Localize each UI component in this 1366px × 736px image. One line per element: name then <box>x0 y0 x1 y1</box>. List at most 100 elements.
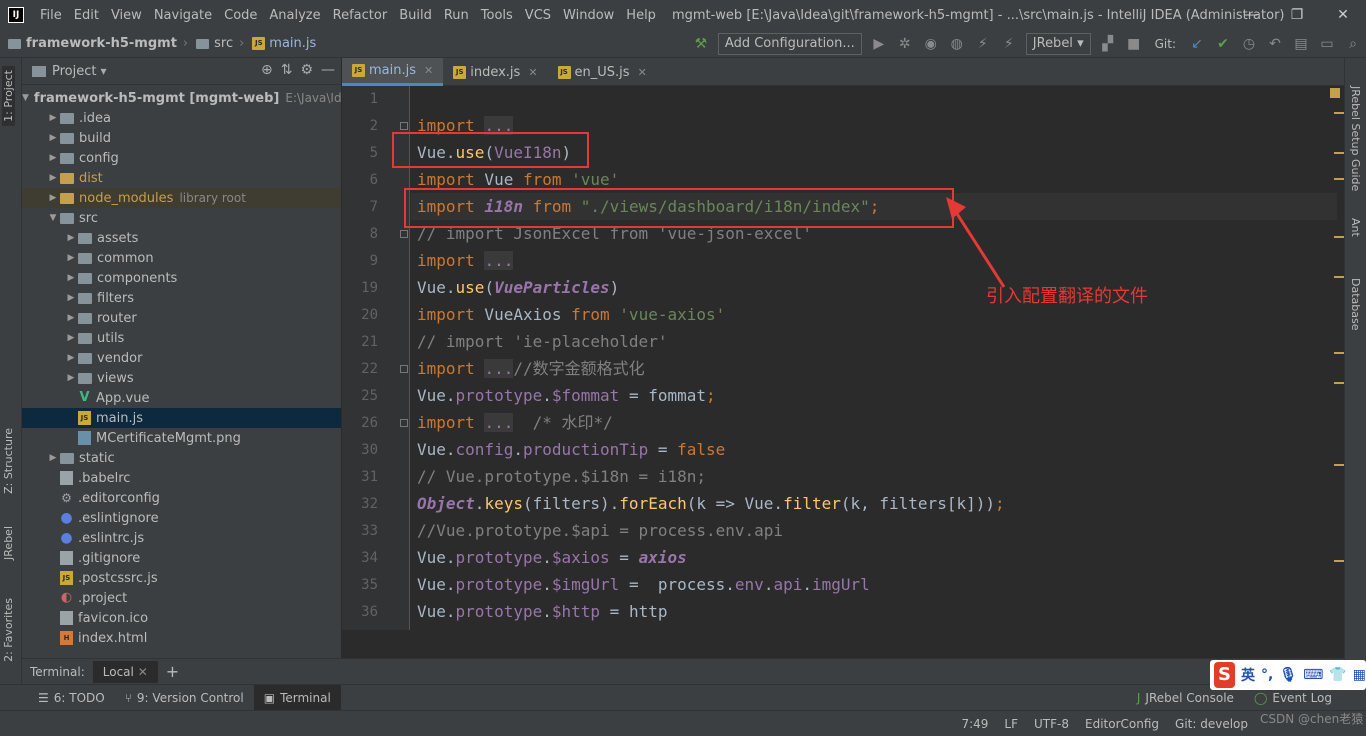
fold-toggle-icon[interactable] <box>400 419 408 427</box>
chevron-down-icon[interactable]: ▾ <box>100 64 106 78</box>
tab-ant[interactable]: Ant <box>1349 218 1362 237</box>
close-icon[interactable]: ✕ <box>424 64 433 77</box>
menu-navigate[interactable]: Navigate <box>148 8 218 23</box>
tree-item[interactable]: ▶ components <box>22 268 341 288</box>
menu-build[interactable]: Build <box>393 8 438 23</box>
tree-item[interactable]: ▶ vendor <box>22 348 341 368</box>
grid-icon[interactable]: ▦ <box>1353 667 1366 683</box>
close-icon[interactable]: ✕ <box>138 665 148 679</box>
tab-structure[interactable]: Z: Structure <box>2 428 15 494</box>
tree-item[interactable]: ▶ common <box>22 248 341 268</box>
tool-window-terminal[interactable]: ▣ Terminal <box>253 684 341 711</box>
fold-toggle-icon[interactable] <box>400 365 408 373</box>
tree-item[interactable]: V App.vue <box>22 388 341 408</box>
locate-icon[interactable]: ⊕ <box>261 62 273 78</box>
ime-language[interactable]: 英 <box>1241 665 1255 685</box>
menu-analyze[interactable]: Analyze <box>263 8 326 23</box>
search-everywhere-icon[interactable]: ⌕ <box>1340 33 1366 55</box>
close-button[interactable]: ✕ <box>1320 0 1366 30</box>
tree-item[interactable]: JS main.js <box>22 408 341 428</box>
close-icon[interactable]: ✕ <box>638 66 647 79</box>
git-revert-icon[interactable]: ↶ <box>1262 33 1288 55</box>
restore-button[interactable]: ❐ <box>1274 0 1320 30</box>
tree-item[interactable]: ▶ config <box>22 148 341 168</box>
close-icon[interactable]: ✕ <box>528 66 537 79</box>
chevron-right-icon[interactable]: ▶ <box>64 273 78 283</box>
gear-icon[interactable]: ⚙ <box>300 62 313 78</box>
profile-icon[interactable]: ◍ <box>944 33 970 55</box>
tree-item[interactable]: ▶ static <box>22 448 341 468</box>
chevron-right-icon[interactable]: ▶ <box>46 173 60 183</box>
chevron-down-icon[interactable]: ▼ <box>46 213 60 223</box>
ime-toolbar[interactable]: S 英 °, 🎙 ⌨ 👕 ▦ <box>1210 660 1366 690</box>
fold-toggle-icon[interactable] <box>400 230 408 238</box>
tree-item[interactable]: ▶ build <box>22 128 341 148</box>
chevron-right-icon[interactable]: ▶ <box>46 193 60 203</box>
editor-tab[interactable]: JS en_US.js ✕ <box>548 58 657 86</box>
collapse-all-icon[interactable]: ⇅ <box>281 62 293 78</box>
tree-item[interactable]: ▶ dist <box>22 168 341 188</box>
chevron-right-icon[interactable]: ▶ <box>46 113 60 123</box>
tree-item[interactable]: .gitignore <box>22 548 341 568</box>
tab-database[interactable]: Database <box>1349 278 1362 331</box>
jrebel-run-icon[interactable]: ⚡ <box>970 33 996 55</box>
coverage-icon[interactable]: ◉ <box>918 33 944 55</box>
debug-icon[interactable]: ✲ <box>892 33 918 55</box>
menu-refactor[interactable]: Refactor <box>327 8 394 23</box>
tree-item[interactable]: ▼ src <box>22 208 341 228</box>
editor-tab[interactable]: JS main.js ✕ <box>342 58 444 86</box>
tree-item[interactable]: JS .postcssrc.js <box>22 568 341 588</box>
chevron-right-icon[interactable]: ▶ <box>64 233 78 243</box>
jrebel-dropdown[interactable]: JRebel ▾ <box>1025 33 1091 55</box>
jrebel-debug-icon[interactable]: ⚡ <box>996 33 1022 55</box>
menu-window[interactable]: Window <box>557 8 620 23</box>
skin-icon[interactable]: 👕 <box>1329 667 1346 683</box>
tool-window--todo[interactable]: ☰ 6: TODO <box>28 685 115 711</box>
breadcrumb-project[interactable]: framework-h5-mgmt › <box>8 36 188 51</box>
menu-tools[interactable]: Tools <box>475 8 519 23</box>
tab-favorites[interactable]: 2: Favorites <box>2 598 15 662</box>
menu-help[interactable]: Help <box>620 8 662 23</box>
chevron-right-icon[interactable]: ▶ <box>64 333 78 343</box>
keyboard-icon[interactable]: ⌨ <box>1303 667 1323 683</box>
chevron-down-icon[interactable]: ▼ <box>22 93 29 103</box>
tree-item[interactable]: ▶ utils <box>22 328 341 348</box>
menu-code[interactable]: Code <box>218 8 263 23</box>
editor-tab[interactable]: JS index.js ✕ <box>443 58 547 86</box>
new-terminal-button[interactable]: + <box>158 662 187 681</box>
menu-vcs[interactable]: VCS <box>519 8 557 23</box>
presentation-icon[interactable]: ▭ <box>1314 33 1340 55</box>
menu-run[interactable]: Run <box>438 8 475 23</box>
project-view-dropdown[interactable]: Project <box>52 64 96 79</box>
tab-jrebel[interactable]: JRebel <box>2 526 15 560</box>
tool-window--version-control[interactable]: ⑂ 9: Version Control <box>115 685 254 711</box>
add-configuration-button[interactable]: Add Configuration... <box>717 33 862 55</box>
chevron-right-icon[interactable]: ▶ <box>64 373 78 383</box>
line-separator[interactable]: LF <box>996 717 1026 731</box>
menu-file[interactable]: File <box>34 8 68 23</box>
chevron-right-icon[interactable]: ▶ <box>64 253 78 263</box>
breadcrumb-folder[interactable]: src › <box>196 36 244 51</box>
project-structure-icon[interactable]: ▤ <box>1288 33 1314 55</box>
file-encoding[interactable]: UTF-8 <box>1026 717 1077 731</box>
chevron-right-icon[interactable]: ▶ <box>46 453 60 463</box>
tree-item[interactable]: ● .eslintignore <box>22 508 341 528</box>
run-icon[interactable]: ▶ <box>866 33 892 55</box>
tab-jrebel-setup-guide[interactable]: JRebel Setup Guide <box>1349 86 1362 191</box>
editorconfig-status[interactable]: EditorConfig <box>1077 717 1167 731</box>
minimize-button[interactable]: — <box>1228 0 1274 30</box>
punctuation-icon[interactable]: °, <box>1261 667 1273 683</box>
tab-project[interactable]: 1: Project <box>2 66 15 126</box>
terminal-tab-local[interactable]: Local ✕ <box>92 660 158 683</box>
tree-item[interactable]: ● .eslintrc.js <box>22 528 341 548</box>
hide-icon[interactable]: — <box>321 62 335 78</box>
menu-edit[interactable]: Edit <box>68 8 105 23</box>
tree-item[interactable]: ▶ assets <box>22 228 341 248</box>
chevron-right-icon[interactable]: ▶ <box>46 153 60 163</box>
git-branch[interactable]: Git: develop <box>1167 717 1256 731</box>
tree-item[interactable]: ▶ node_modules library root <box>22 188 341 208</box>
tree-item[interactable]: ▶ filters <box>22 288 341 308</box>
chevron-right-icon[interactable]: ▶ <box>64 313 78 323</box>
breadcrumb-file[interactable]: JS main.js <box>252 36 316 51</box>
tree-item[interactable]: Hindex.html <box>22 628 341 648</box>
